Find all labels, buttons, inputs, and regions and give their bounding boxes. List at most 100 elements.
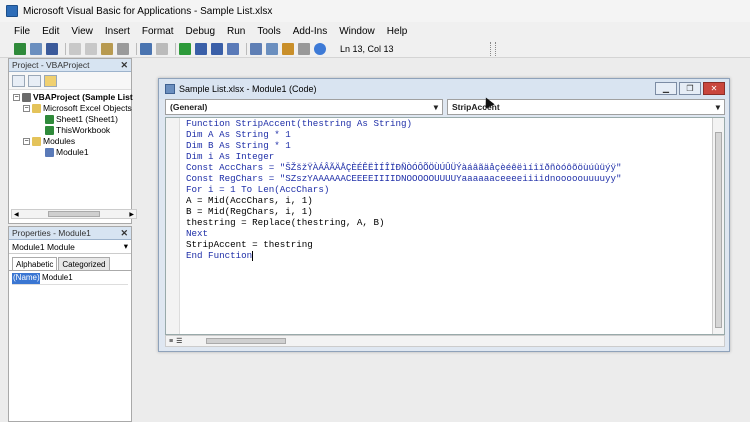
selected-object: Module1 Module bbox=[12, 241, 75, 252]
menu-window[interactable]: Window bbox=[333, 26, 381, 37]
procedure-view-icon[interactable]: ≡ bbox=[166, 338, 173, 345]
toolbar-divider bbox=[65, 42, 66, 55]
scroll-thumb[interactable] bbox=[715, 132, 722, 328]
window-title: Microsoft Visual Basic for Applications … bbox=[23, 5, 273, 17]
code-line[interactable]: Function StripAccent(thestring As String… bbox=[186, 118, 622, 129]
scroll-right-icon[interactable]: ▶ bbox=[129, 211, 134, 218]
toolbox-icon[interactable] bbox=[298, 42, 310, 55]
undo-icon[interactable] bbox=[140, 42, 152, 55]
insert-module-icon[interactable] bbox=[30, 42, 42, 55]
code-line[interactable]: thestring = Replace(thestring, A, B) bbox=[186, 217, 622, 228]
project-horizontal-scrollbar[interactable]: ◀ ▶ bbox=[11, 209, 137, 219]
code-line[interactable]: Dim B As String * 1 bbox=[186, 140, 622, 151]
code-line[interactable]: Next bbox=[186, 228, 622, 239]
redo-icon[interactable] bbox=[156, 42, 168, 55]
module-icon bbox=[165, 84, 175, 94]
toolbar-divider bbox=[136, 42, 137, 55]
properties-title: Properties - Module1 bbox=[12, 228, 91, 238]
menu-help[interactable]: Help bbox=[381, 26, 414, 37]
code-line[interactable]: Const RegChars = "SZszYAAAAAACEEEEIIIIDN… bbox=[186, 173, 622, 184]
tab-alphabetic[interactable]: Alphabetic bbox=[12, 257, 58, 270]
chevron-down-icon[interactable]: ▾ bbox=[124, 241, 128, 252]
find-icon[interactable] bbox=[117, 42, 129, 55]
help-icon[interactable] bbox=[314, 42, 326, 55]
scroll-left-icon[interactable]: ◀ bbox=[14, 211, 19, 218]
tree-label-modules: Modules bbox=[43, 136, 76, 146]
reset-icon[interactable] bbox=[211, 42, 223, 55]
code-line[interactable]: Dim A As String * 1 bbox=[186, 129, 622, 140]
code-lines[interactable]: Function StripAccent(thestring As String… bbox=[186, 118, 622, 261]
collapse-icon[interactable]: − bbox=[23, 104, 30, 112]
design-mode-icon[interactable] bbox=[227, 42, 239, 55]
project-explorer-panel: Project - VBAProject ✕ − VBAProject (Sam… bbox=[8, 58, 137, 224]
close-icon[interactable]: ✕ bbox=[120, 60, 128, 71]
scroll-thumb[interactable] bbox=[206, 338, 286, 344]
vba-app-icon bbox=[6, 5, 18, 17]
menu-file[interactable]: File bbox=[8, 26, 36, 37]
tree-node-modules[interactable]: − Modules bbox=[23, 136, 75, 146]
code-line[interactable]: StripAccent = thestring bbox=[186, 239, 622, 250]
code-line[interactable]: End Function bbox=[186, 250, 252, 261]
menu-view[interactable]: View bbox=[65, 26, 99, 37]
tree-node-thisworkbook[interactable]: ThisWorkbook bbox=[45, 125, 110, 135]
worksheet-icon bbox=[45, 114, 54, 124]
menu-tools[interactable]: Tools bbox=[251, 26, 286, 37]
view-code-icon[interactable] bbox=[12, 74, 25, 87]
paste-icon[interactable] bbox=[101, 42, 113, 55]
toolbar-divider bbox=[175, 42, 176, 55]
code-line[interactable]: Const AccChars = "ŠŽšžŸÀÁÂÃÄÅÇÈÉÊËÌÍÎÏÐÑ… bbox=[186, 162, 622, 173]
folder-icon bbox=[32, 103, 41, 113]
menu-edit[interactable]: Edit bbox=[36, 26, 65, 37]
excel-view-icon[interactable] bbox=[14, 42, 26, 55]
project-explorer-icon[interactable] bbox=[250, 42, 262, 55]
chevron-down-icon[interactable]: ▾ bbox=[434, 102, 438, 113]
run-icon[interactable] bbox=[179, 42, 191, 55]
close-icon[interactable]: ✕ bbox=[703, 82, 725, 95]
save-icon[interactable] bbox=[46, 42, 58, 55]
tab-categorized[interactable]: Categorized bbox=[58, 257, 110, 270]
cut-icon[interactable] bbox=[69, 42, 81, 55]
code-editor[interactable]: Function StripAccent(thestring As String… bbox=[165, 117, 725, 335]
menu-run[interactable]: Run bbox=[221, 26, 251, 37]
tree-node-vbaproject[interactable]: − VBAProject (Sample List bbox=[13, 92, 133, 102]
code-line[interactable]: B = Mid(RegChars, i, 1) bbox=[186, 206, 622, 217]
code-horizontal-scrollbar[interactable]: ≡ ☰ bbox=[165, 335, 725, 347]
project-explorer-toolbar bbox=[9, 72, 131, 90]
tree-node-sheet1[interactable]: Sheet1 (Sheet1) bbox=[45, 114, 118, 124]
margin-indicator-bar[interactable] bbox=[166, 118, 180, 334]
menu-add-ins[interactable]: Add-Ins bbox=[287, 26, 333, 37]
minimize-icon[interactable]: ▁ bbox=[655, 82, 677, 95]
collapse-icon[interactable]: − bbox=[13, 93, 20, 101]
properties-tabs: Alphabetic Categorized bbox=[9, 254, 131, 271]
toolbar-grip-handle[interactable] bbox=[489, 41, 496, 56]
title-bar: Microsoft Visual Basic for Applications … bbox=[0, 0, 750, 22]
object-dropdown[interactable]: (General) ▾ bbox=[165, 99, 443, 115]
chevron-down-icon[interactable]: ▾ bbox=[716, 102, 720, 113]
code-line[interactable]: A = Mid(AccChars, i, 1) bbox=[186, 195, 622, 206]
object-dropdown-value: (General) bbox=[170, 102, 208, 112]
property-value[interactable]: Module1 bbox=[40, 273, 73, 284]
close-icon[interactable]: ✕ bbox=[120, 228, 128, 239]
full-module-view-icon[interactable]: ☰ bbox=[173, 337, 182, 345]
toggle-folders-icon[interactable] bbox=[44, 74, 57, 87]
property-row-name[interactable]: (Name) Module1 bbox=[12, 273, 128, 285]
menu-insert[interactable]: Insert bbox=[99, 26, 136, 37]
tree-node-excel-objects[interactable]: − Microsoft Excel Objects bbox=[23, 103, 132, 113]
object-select-dropdown[interactable]: Module1 Module ▾ bbox=[9, 240, 131, 254]
menu-debug[interactable]: Debug bbox=[180, 26, 221, 37]
copy-icon[interactable] bbox=[85, 42, 97, 55]
view-object-icon[interactable] bbox=[28, 74, 41, 87]
code-window-title-bar: Sample List.xlsx - Module1 (Code) bbox=[159, 79, 729, 99]
restore-icon[interactable]: ❐ bbox=[679, 82, 701, 95]
menu-format[interactable]: Format bbox=[136, 26, 180, 37]
properties-window-icon[interactable] bbox=[266, 42, 278, 55]
code-line[interactable]: Dim i As Integer bbox=[186, 151, 622, 162]
tree-node-module1[interactable]: Module1 bbox=[45, 147, 89, 157]
scroll-thumb[interactable] bbox=[48, 211, 100, 217]
collapse-icon[interactable]: − bbox=[23, 137, 30, 145]
workbook-icon bbox=[45, 125, 54, 135]
code-line[interactable]: For i = 1 To Len(AccChars) bbox=[186, 184, 622, 195]
code-vertical-scrollbar[interactable] bbox=[712, 118, 724, 334]
break-icon[interactable] bbox=[195, 42, 207, 55]
object-browser-icon[interactable] bbox=[282, 42, 294, 55]
